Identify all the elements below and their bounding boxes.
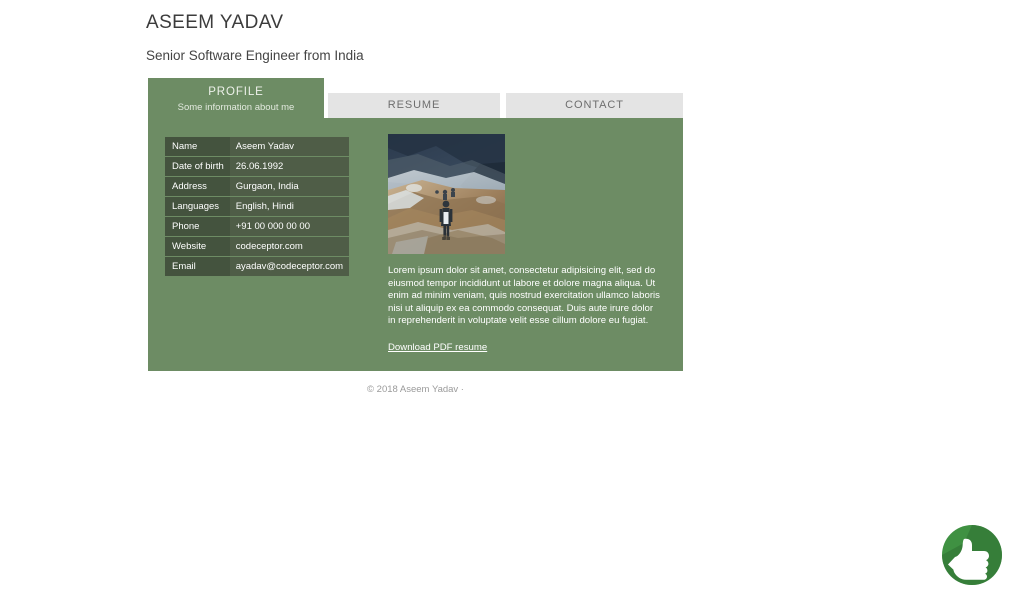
profile-info-table-body: Name Aseem Yadav Date of birth 26.06.199… bbox=[165, 137, 350, 276]
table-row: Website codeceptor.com bbox=[165, 237, 350, 256]
tab-contact-label: CONTACT bbox=[565, 99, 624, 111]
tab-profile[interactable]: PROFILE Some information about me bbox=[148, 78, 324, 118]
table-cell-key: Date of birth bbox=[165, 157, 230, 176]
table-row: Languages English, Hindi bbox=[165, 197, 350, 216]
thumbs-up-logo[interactable] bbox=[934, 517, 1010, 593]
table-cell-value: 26.06.1992 bbox=[229, 157, 350, 176]
table-cell-key: Name bbox=[165, 137, 230, 156]
profile-panel: Name Aseem Yadav Date of birth 26.06.199… bbox=[148, 118, 683, 371]
profile-bio-text: Lorem ipsum dolor sit amet, consectetur … bbox=[388, 265, 660, 327]
tab-profile-label: PROFILE bbox=[208, 86, 264, 98]
table-row: Date of birth 26.06.1992 bbox=[165, 157, 350, 176]
table-cell-key: Languages bbox=[165, 197, 230, 216]
table-cell-value: Aseem Yadav bbox=[229, 137, 350, 156]
table-cell-value: Gurgaon, India bbox=[229, 177, 350, 196]
page-title: ASEEM YADAV bbox=[146, 12, 284, 33]
profile-info-table: Name Aseem Yadav Date of birth 26.06.199… bbox=[165, 136, 350, 277]
table-cell-value: +91 00 000 00 00 bbox=[229, 217, 350, 236]
page-subtitle: Senior Software Engineer from India bbox=[146, 48, 364, 63]
download-pdf-resume-link[interactable]: Download PDF resume bbox=[388, 342, 487, 354]
tab-resume[interactable]: RESUME bbox=[328, 93, 500, 118]
profile-photo bbox=[388, 134, 505, 254]
tab-resume-label: RESUME bbox=[387, 99, 441, 111]
footer-copyright: © 2018 Aseem Yadav · bbox=[367, 384, 464, 395]
table-cell-value: English, Hindi bbox=[229, 197, 350, 216]
table-cell-value: ayadav@codeceptor.com bbox=[229, 257, 350, 276]
table-row: Address Gurgaon, India bbox=[165, 177, 350, 196]
footer: © 2018 Aseem Yadav · bbox=[148, 383, 683, 397]
page-header: ASEEM YADAV Senior Software Engineer fro… bbox=[146, 8, 846, 70]
table-row: Email ayadav@codeceptor.com bbox=[165, 257, 350, 276]
tab-contact[interactable]: CONTACT bbox=[506, 93, 683, 118]
table-row: Name Aseem Yadav bbox=[165, 137, 350, 156]
table-cell-key: Website bbox=[165, 237, 230, 256]
table-cell-key: Address bbox=[165, 177, 230, 196]
table-cell-value: codeceptor.com bbox=[229, 237, 350, 256]
table-row: Phone +91 00 000 00 00 bbox=[165, 217, 350, 236]
tab-bar: PROFILE Some information about me RESUME… bbox=[148, 78, 683, 118]
table-cell-key: Email bbox=[165, 257, 230, 276]
profile-content-column: Lorem ipsum dolor sit amet, consectetur … bbox=[388, 134, 666, 355]
tab-profile-sublabel: Some information about me bbox=[177, 102, 295, 113]
table-cell-key: Phone bbox=[165, 217, 230, 236]
